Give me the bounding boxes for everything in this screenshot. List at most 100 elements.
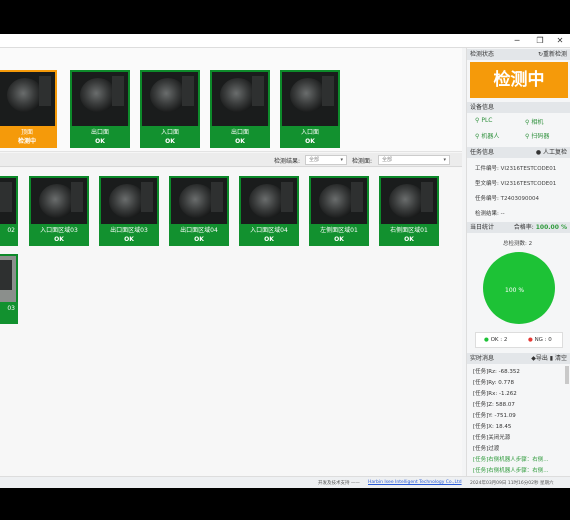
message-line: [任务]右侧机器人步骤：右侧...	[473, 457, 549, 463]
surface-card-top[interactable]: 顶面 检测中	[0, 70, 57, 148]
side-panel: 检测状态 ↻重新检测 检测中 设备信息 ⚲ PLC ⚲ 相机 ⚲ 机器人 ⚲ 扫…	[466, 48, 570, 476]
message-line: [任务]X: 18.45	[473, 424, 512, 430]
region-name: 左侧面区域01	[320, 227, 358, 234]
region-image	[239, 176, 299, 224]
surface-strip: 顶面 检测中 出口面 OK 入口面 OK 出口面 OK 入口面 OK	[0, 48, 462, 152]
surface-image	[280, 70, 340, 126]
region-card[interactable]: 02OK	[0, 176, 18, 246]
region-status: OK	[124, 236, 134, 243]
surface-name: 入口面	[300, 129, 319, 136]
export-button[interactable]: ◆导出	[531, 355, 548, 362]
ok-dot-icon: ●	[484, 337, 489, 343]
task-field: 型文编号: VI2316TESTCODE01	[475, 181, 557, 187]
region-name: 入口面区域04	[250, 227, 288, 234]
task-field: 检测结果: --	[475, 211, 505, 217]
surface-image	[70, 70, 130, 126]
detect-status-header: 检测状态 ↻重新检测	[467, 49, 570, 60]
message-line: [任务]Z: 588.07	[473, 402, 515, 408]
message-line: [任务]Rx: -1.262	[473, 391, 517, 397]
region-grid: 02OK 入口面区域03 OK 出口面区域03 OK 出口面区域04OK 入口面区域…	[0, 168, 462, 476]
user-icon: ●	[535, 149, 542, 156]
region-status: OK	[194, 236, 204, 243]
section-title: 当日统计	[470, 224, 495, 231]
region-card[interactable]: 出口面区域03 OK	[99, 176, 159, 246]
section-title: 任务信息	[470, 149, 495, 156]
region-status: OK	[334, 236, 344, 243]
region-card[interactable]: 右侧面区域01 OK	[379, 176, 439, 246]
chevron-down-icon: ▾	[443, 157, 446, 163]
location-pin-icon: ⚲	[475, 133, 480, 140]
surface-name: 顶面	[20, 129, 33, 136]
region-card[interactable]: 左侧面区域01 OK	[309, 176, 369, 246]
main-panel: 顶面 检测中 出口面 OK 入口面 OK 出口面 OK 入口面 OK 检测结果: 全部 ▾	[0, 48, 462, 476]
message-line: [任务]Rz: -68.352	[473, 369, 520, 375]
clear-button[interactable]: ▮ 清空	[550, 355, 567, 362]
detect-status-indicator: 检测中	[470, 62, 568, 98]
location-pin-icon: ⚲	[525, 133, 530, 140]
region-card[interactable]: 03	[0, 254, 18, 324]
region-name: 出口面区域03	[110, 227, 148, 234]
filter-bar: 检测结果: 全部 ▾ 检测面: 全部 ▾	[0, 153, 462, 167]
app-window: ─ ❐ ✕ 顶面 检测中 出口面 OK 入口面 OK 出口面 OK 入口面 OK…	[0, 34, 570, 488]
total-count: 总检测数: 2	[503, 241, 533, 247]
section-title: 检测状态	[470, 51, 495, 58]
title-bar: ─ ❐ ✕	[0, 34, 570, 48]
task-field: 任务编号: T2403090004	[475, 196, 539, 202]
surface-status: OK	[95, 138, 105, 145]
region-image	[379, 176, 439, 224]
ok-ng-legend: ● OK : 2 ● NG : 0	[475, 332, 563, 348]
pass-rate-value: 100.00 %	[535, 224, 567, 231]
message-scrollbar[interactable]	[565, 366, 569, 384]
surface-status: OK	[305, 138, 315, 145]
region-card[interactable]: 出口面区域04 OK	[169, 176, 229, 246]
device-camera: ⚲ 相机	[525, 119, 544, 126]
chevron-down-icon: ▾	[340, 157, 343, 163]
maximize-icon[interactable]: ❐	[533, 35, 547, 47]
region-name: 入口面区域03	[40, 227, 78, 234]
surface-name: 出口面	[230, 129, 249, 136]
close-icon[interactable]: ✕	[553, 35, 567, 47]
region-image	[0, 176, 18, 224]
message-line: [任务]Y: -751.09	[473, 413, 516, 419]
region-image	[0, 254, 18, 302]
stats-header: 当日统计 合格率: 100.00 %	[467, 222, 570, 233]
ng-dot-icon: ●	[528, 337, 533, 343]
surface-filter-select[interactable]: 全部 ▾	[378, 155, 450, 165]
region-image	[29, 176, 89, 224]
message-line: [任务]右侧机器人步骤：右侧...	[473, 468, 549, 474]
section-title: 实时消息	[470, 355, 495, 362]
message-line: [任务]Ry: 0.778	[473, 380, 515, 386]
surface-card[interactable]: 入口面 OK	[280, 70, 340, 148]
region-status: OK	[54, 236, 64, 243]
minimize-icon[interactable]: ─	[510, 35, 524, 47]
surface-card[interactable]: 出口面 OK	[70, 70, 130, 148]
surface-card[interactable]: 出口面 OK	[210, 70, 270, 148]
company-link[interactable]: Harbin Isee Intelligent Technology Co.,L…	[368, 480, 462, 485]
trash-icon: ▮	[549, 355, 554, 362]
surface-status: 检测中	[17, 138, 36, 145]
restart-button[interactable]: ↻重新检测	[538, 49, 567, 60]
region-status: OK	[0, 235, 18, 244]
region-image	[309, 176, 369, 224]
surface-filter-label: 检测面:	[352, 158, 373, 165]
surface-card[interactable]: 入口面 OK	[140, 70, 200, 148]
location-pin-icon: ⚲	[475, 117, 480, 124]
support-text: 开发及技术支持 ——	[318, 481, 360, 486]
ng-legend: ● NG : 0	[528, 337, 552, 343]
result-filter-select[interactable]: 全部 ▾	[305, 155, 347, 165]
task-field: 工件编号: VI2316TESTCODE01	[475, 166, 557, 172]
region-card[interactable]: 入口面区域03 OK	[29, 176, 89, 246]
region-image	[99, 176, 159, 224]
datetime-text: 2024年03月09日 11时16分02秒 星期六	[470, 481, 554, 486]
manual-review-button[interactable]: ● 人工复检	[536, 147, 567, 158]
region-card[interactable]: 入口面区域04 OK	[239, 176, 299, 246]
pass-pie-chart: 100 %	[483, 252, 555, 324]
surface-status: OK	[235, 138, 245, 145]
device-robot: ⚲ 机器人	[475, 133, 500, 140]
message-line: [任务]过渡	[473, 446, 500, 452]
surface-status: OK	[165, 138, 175, 145]
device-plc: ⚲ PLC	[475, 117, 493, 124]
surface-image	[0, 70, 57, 126]
region-status: OK	[264, 236, 274, 243]
surface-name: 出口面	[90, 129, 109, 136]
